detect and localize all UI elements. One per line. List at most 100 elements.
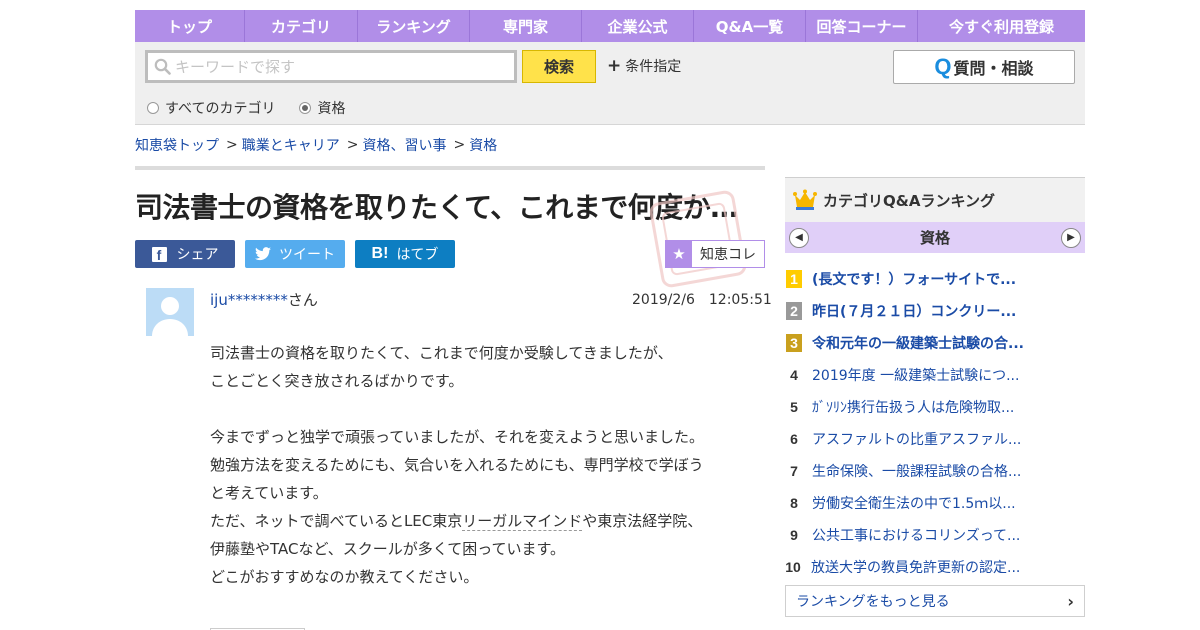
ranking-item-link[interactable]: 2019年度 一級建築士試験につ... [812,365,1019,385]
search-scope: すべてのカテゴリ 資格 [147,98,369,118]
crown-icon [793,189,817,211]
ranking-item[interactable]: 10 放送大学の教員免許更新の認定... [785,551,1085,583]
nav-item-official[interactable]: 企業公式 [582,10,694,42]
chie-collection-button[interactable]: ★ 知恵コレ [665,240,765,268]
radio-current-label: 資格 [317,101,346,117]
ranking-item[interactable]: 9 公共工事におけるコリンズって... [785,519,1085,551]
default-user-icon [146,288,194,336]
content-divider [135,166,765,170]
plus-icon: + [607,56,622,76]
body-line: ただ、ネットで調べているとLEC東京リーガルマインドや東京法経学院、 [210,507,760,535]
rank-number: 9 [790,527,798,543]
body-text: や東京法経学院、 [582,512,703,530]
nav-item-register[interactable]: 今すぐ利用登録 [918,10,1085,42]
ranking-item-link[interactable]: 放送大学の教員免許更新の認定... [811,557,1020,577]
breadcrumb-link-lessons[interactable]: 資格、習い事 [362,135,446,155]
chevron-right-icon: ▶ [1067,232,1075,243]
rank-number: 8 [790,495,798,511]
nav-item-qa-list[interactable]: Q&A一覧 [694,10,806,42]
rank-number: 10 [785,559,801,575]
asker-id-link[interactable]: iju******** [210,291,288,309]
hatena-bookmark-button[interactable]: B! はてブ [355,240,455,268]
ranking-item[interactable]: 8 労働安全衛生法の中で1.5ｍ以... [785,487,1085,519]
avatar [146,288,194,336]
chevron-left-icon: ◀ [795,232,803,243]
radio-current-category[interactable]: 資格 [299,98,345,118]
resolved-stamp-icon [648,189,748,289]
conditions-label: 条件指定 [625,59,682,75]
rank-number: 6 [790,431,798,447]
nav-item-answer-corner[interactable]: 回答コーナー [806,10,918,42]
breadcrumb-separator: > [226,137,238,153]
search-area: 検索 + 条件指定 Q 質問・相談 すべてのカテゴリ 資格 [135,42,1085,125]
ranking-item-link[interactable]: アスファルトの比重アスファル... [812,429,1021,449]
body-line: 今までずっと独学で頑張っていましたが、それを変えようと思いました。 [210,428,704,446]
star-icon: ★ [666,241,692,267]
ranking-item[interactable]: 7 生命保険、一般課程試験の合格... [785,455,1085,487]
rank-badge: 2 [786,302,802,320]
asker-honorific: さん [287,291,318,309]
ranking-item-link[interactable]: 昨日(７月２１日）コンクリー... [812,301,1016,321]
breadcrumb-separator: > [346,137,359,153]
question-body: 司法書士の資格を取りたくて、これまで何度か受験してきましたが、 ことごとく突き放… [210,339,760,591]
ranking-item-link[interactable]: 公共工事におけるコリンズって... [812,525,1020,545]
nav-item-experts[interactable]: 専門家 [470,10,582,42]
breadcrumb-link-career[interactable]: 職業とキャリア [242,135,340,155]
breadcrumb-separator: > [453,137,466,153]
rank-number: 4 [790,367,798,383]
ranking-title: カテゴリQ&Aランキング [823,191,995,210]
breadcrumb-link-top[interactable]: 知恵袋トップ [135,135,219,155]
ranking-item[interactable]: 4 2019年度 一級建築士試験につ... [785,359,1085,391]
keyword-link[interactable]: リーガルマインド [462,512,583,531]
ranking-item[interactable]: 3 令和元年の一級建築士試験の合... [785,327,1085,359]
facebook-share-button[interactable]: f シェア [135,240,235,268]
body-text: ただ、ネットで調べているとLEC東京 [210,512,463,530]
next-category-button[interactable]: ▶ [1060,227,1081,248]
twitter-bird-icon [255,247,271,261]
body-line: どこがおすすめなのか教えてください。 [210,568,479,586]
ranking-item-link[interactable]: (長文です！）フォーサイトで... [812,269,1016,289]
ranking-more-label: ランキングをもっと見る [796,594,950,610]
asker-name: iju********さん [210,289,318,310]
prev-category-button[interactable]: ◀ [789,227,809,248]
category-ranking: カテゴリQ&Aランキング ◀ 資格 ▶ 1 (長文です！）フォーサイトで... … [785,177,1085,617]
search-box [145,50,517,83]
hatena-b-icon: B! [371,245,389,262]
body-line: と考えています。 [210,484,328,502]
search-input[interactable] [175,57,505,76]
ask-question-button[interactable]: Q 質問・相談 [893,50,1075,84]
question-date: 2019/2/6 12:05:51 [632,292,772,308]
radio-on-icon [299,102,312,114]
ranking-category-switcher: ◀ 資格 ▶ [785,222,1085,253]
ranking-item[interactable]: 2 昨日(７月２１日）コンクリー... [785,295,1085,327]
radio-all-categories[interactable]: すべてのカテゴリ [147,98,275,118]
radio-off-icon [147,102,159,114]
body-line: 司法書士の資格を取りたくて、これまで何度か受験してきましたが、 [210,344,673,362]
ranking-item[interactable]: 1 (長文です！）フォーサイトで... [785,263,1085,295]
hatena-bookmark-label: はてブ [396,247,439,263]
search-icon [154,58,171,75]
radio-all-label: すべてのカテゴリ [165,101,276,117]
nav-item-top[interactable]: トップ [135,10,245,42]
global-nav: トップ カテゴリ ランキング 専門家 企業公式 Q&A一覧 回答コーナー 今すぐ… [135,10,1085,42]
facebook-share-label: シェア [176,247,219,263]
breadcrumb: 知恵袋トップ > 職業とキャリア > 資格、習い事 > 資格 [135,135,497,155]
search-button[interactable]: 検索 [522,50,596,83]
breadcrumb-link-qualification[interactable]: 資格 [469,135,497,155]
rank-number: 7 [790,463,798,479]
ranking-item[interactable]: 6 アスファルトの比重アスファル... [785,423,1085,455]
twitter-share-button[interactable]: ツイート [245,240,345,268]
conditions-button[interactable]: + 条件指定 [607,56,681,76]
body-line: ことごとく突き放されるばかりです。 [210,372,464,390]
ranking-item-link[interactable]: ｶﾞｿﾘﾝ携行缶扱う人は危険物取... [812,397,1014,417]
rank-number: 5 [790,399,798,415]
ranking-item-link[interactable]: 労働安全衛生法の中で1.5ｍ以... [812,493,1016,513]
ranking-item-link[interactable]: 令和元年の一級建築士試験の合... [812,333,1024,353]
body-line: 勉強方法を変えるためにも、気合いを入れるためにも、専門学校で学ぼう [210,456,704,474]
nav-item-ranking[interactable]: ランキング [358,10,470,42]
ranking-more-button[interactable]: ランキングをもっと見る › [785,585,1085,617]
ranking-item-link[interactable]: 生命保険、一般課程試験の合格... [812,461,1021,481]
ranking-category-label: 資格 [919,229,950,247]
ranking-item[interactable]: 5 ｶﾞｿﾘﾝ携行缶扱う人は危険物取... [785,391,1085,423]
nav-item-category[interactable]: カテゴリ [245,10,358,42]
